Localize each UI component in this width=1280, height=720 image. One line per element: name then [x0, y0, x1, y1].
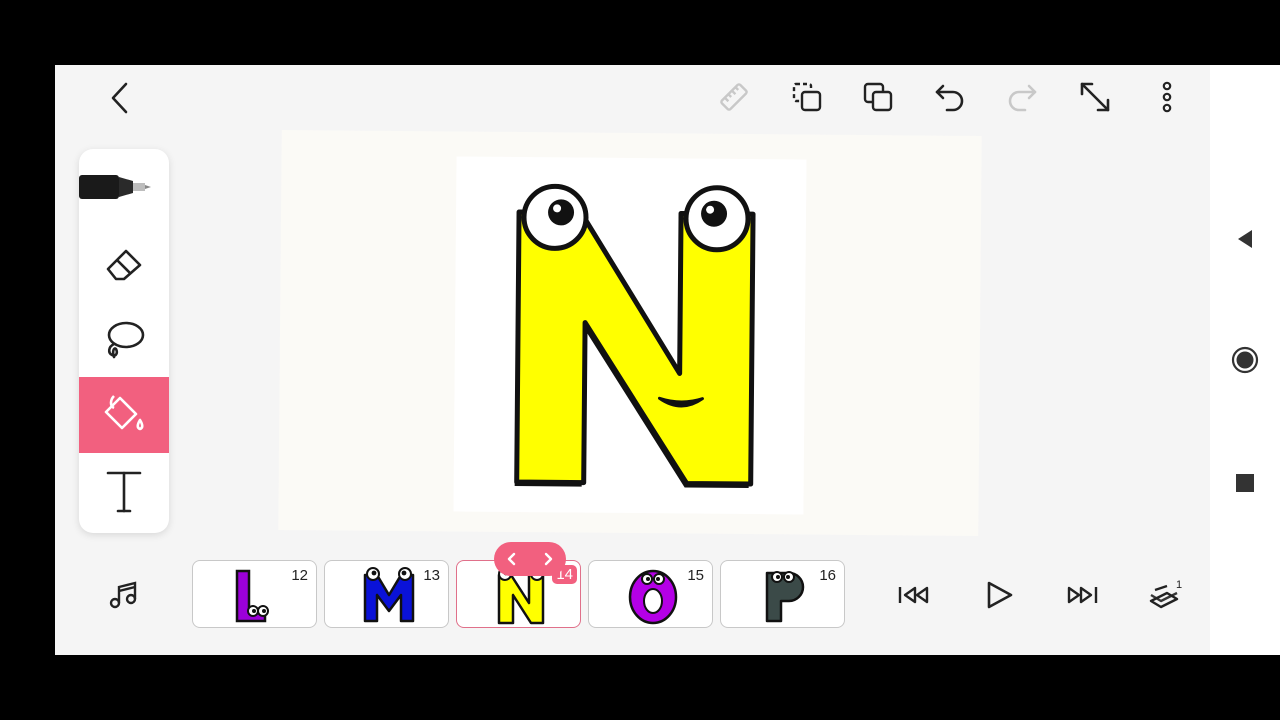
- music-button[interactable]: [100, 573, 148, 617]
- tool-panel: [79, 149, 169, 533]
- ruler-button[interactable]: [713, 76, 755, 118]
- undo-button[interactable]: [929, 76, 971, 118]
- skip-start-icon: [898, 586, 929, 604]
- skip-end-icon: [1067, 586, 1098, 604]
- frame-thumbnail[interactable]: 15: [588, 560, 713, 628]
- frame-number: 12: [291, 567, 308, 584]
- onion-skin-icon: 1: [1149, 579, 1182, 609]
- more-button[interactable]: [1146, 76, 1188, 118]
- letter-m-thumbnail-icon: [363, 567, 415, 623]
- frame-number: 13: [423, 567, 440, 584]
- fullscreen-button[interactable]: [1074, 76, 1116, 118]
- skip-to-end-button[interactable]: [1059, 575, 1105, 615]
- system-home-button[interactable]: [1223, 338, 1267, 382]
- frame-thumbnail[interactable]: 13: [324, 560, 449, 628]
- back-triangle-icon: [1238, 230, 1252, 248]
- eraser-tool[interactable]: [79, 225, 169, 301]
- frame-thumbnail[interactable]: 16: [720, 560, 845, 628]
- frame-navigator: [494, 542, 566, 576]
- frame-number: 15: [687, 567, 704, 584]
- onion-skin-button[interactable]: 1: [1143, 573, 1189, 617]
- copy-icon: [863, 82, 893, 112]
- skip-to-start-button[interactable]: [891, 575, 937, 615]
- eraser-icon: [106, 249, 142, 281]
- fullscreen-icon: [1080, 82, 1110, 112]
- play-icon: [987, 581, 1013, 609]
- letter-p-thumbnail-icon: [765, 571, 805, 623]
- letter-l-thumbnail-icon: [235, 569, 269, 623]
- animation-app: 12 13 14 15 16 1: [55, 65, 1210, 655]
- redo-icon: [1008, 84, 1037, 112]
- copy-button[interactable]: [857, 76, 899, 118]
- system-back-button[interactable]: [1223, 217, 1267, 261]
- text-tool[interactable]: [79, 453, 169, 529]
- frame-thumbnail[interactable]: 12: [192, 560, 317, 628]
- back-icon: [111, 82, 128, 114]
- recents-square-icon: [1236, 474, 1254, 492]
- duplicate-frame-icon: [792, 82, 822, 112]
- letter-o-thumbnail-icon: [628, 569, 678, 625]
- chevron-left-icon[interactable]: [503, 550, 521, 568]
- onion-skin-count: 1: [1176, 579, 1182, 591]
- music-icon: [109, 581, 137, 609]
- chevron-right-icon[interactable]: [539, 550, 557, 568]
- canvas-letter-n-drawing: [453, 156, 807, 515]
- redo-button[interactable]: [1001, 76, 1043, 118]
- system-navigation-bar: [1210, 65, 1280, 655]
- fill-tool[interactable]: [79, 377, 169, 453]
- duplicate-frame-button[interactable]: [786, 76, 828, 118]
- system-recents-button[interactable]: [1223, 461, 1267, 505]
- home-circle-icon: [1231, 346, 1259, 374]
- text-icon: [106, 471, 142, 513]
- ruler-icon: [720, 83, 748, 111]
- lasso-icon: [107, 321, 145, 359]
- frame-number: 16: [819, 567, 836, 584]
- undo-icon: [935, 84, 964, 112]
- pen-icon: [79, 175, 151, 199]
- drawing-canvas[interactable]: [278, 129, 982, 537]
- back-button[interactable]: [100, 78, 140, 118]
- more-icon: [1162, 81, 1172, 113]
- paint-bucket-icon: [104, 395, 144, 431]
- pen-tool[interactable]: [79, 149, 169, 225]
- lasso-tool[interactable]: [79, 301, 169, 377]
- play-button[interactable]: [975, 573, 1021, 617]
